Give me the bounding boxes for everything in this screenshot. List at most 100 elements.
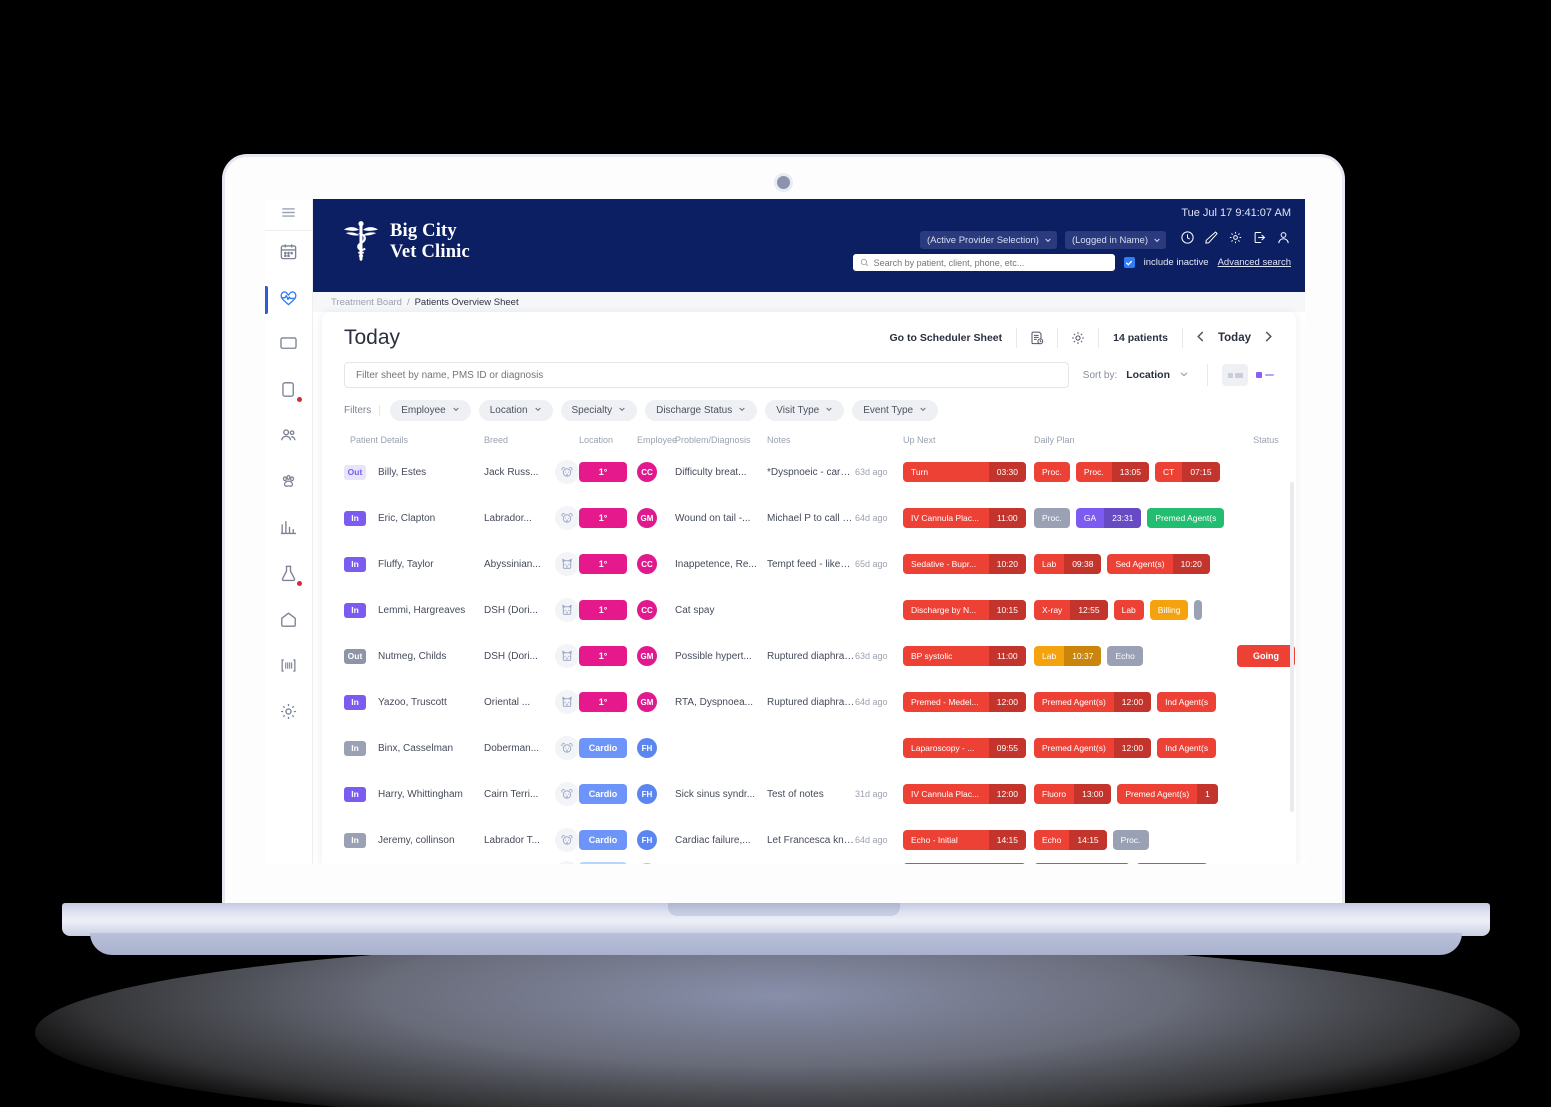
location-badge[interactable]: 1° [579,554,627,574]
daily-plan-pill[interactable] [1194,600,1203,620]
sidebar-item-patients[interactable] [265,461,312,507]
avatar[interactable]: CC [637,600,657,620]
patient-name[interactable]: Nutmeg, Childs [378,651,446,662]
daily-plan-pill[interactable]: Premed Agent(s) 12:00 [1034,692,1152,712]
sidebar-item-clients[interactable] [265,415,312,461]
sheet-filter-box[interactable] [344,362,1069,388]
daily-plan-pill[interactable]: Fluoro 13:00 [1034,784,1112,804]
global-search-box[interactable] [852,254,1115,271]
location-badge[interactable]: Cardio [579,784,627,804]
sidebar-item-home[interactable] [265,599,312,645]
sidebar-toggle-button[interactable] [265,199,312,231]
table-row[interactable]: In Harry, Whittingham Cairn Terri... Cardio… [322,771,1296,817]
breadcrumb-parent[interactable]: Treatment Board [331,297,402,308]
daily-plan-pill[interactable]: CT 07:15 [1154,462,1220,482]
daily-plan-pill[interactable]: X-ray 12:55 [1034,600,1108,620]
table-row[interactable]: In Yazoo, Truscott Oriental ... 1° GM RTA, Dy… [322,679,1296,725]
sidebar-item-reports[interactable] [265,507,312,553]
go-to-scheduler-button[interactable]: Go to Scheduler Sheet [876,332,1017,344]
location-badge[interactable]: 1° [579,600,627,620]
up-next-pill[interactable]: Laparoscopy - ... 09:55 [903,738,1026,758]
daily-plan-pill[interactable]: Billing [1149,600,1189,620]
daily-plan-pill[interactable]: Echo 14:15 [1034,830,1107,850]
sheet-settings-icon[interactable] [1058,330,1098,346]
clock-icon[interactable] [1180,230,1195,250]
up-next-pill[interactable]: BP systolic 11:00 [903,646,1026,666]
daily-plan-pill[interactable]: Lab 10:37 [1034,646,1102,666]
avatar[interactable]: FH [637,738,657,758]
sidebar-item-clipboard[interactable] [265,369,312,415]
location-badge[interactable]: Cardio [579,830,627,850]
avatar[interactable]: CC [637,554,657,574]
daily-plan-pill[interactable]: Premed Agent(s [1147,508,1225,528]
daily-plan-pill[interactable]: Ind Agent(s [1157,692,1217,712]
avatar[interactable]: GM [637,508,657,528]
up-next-pill[interactable] [903,863,1026,864]
daily-plan-pill[interactable] [1136,863,1208,864]
daily-plan-pill[interactable]: Proc. [1034,462,1070,482]
patient-name[interactable]: Jeremy, collinson [378,835,455,846]
status-pill[interactable]: Going [1237,645,1295,667]
daily-plan-pill[interactable]: Sed Agent(s) 10:20 [1107,554,1210,574]
vertical-scrollbar[interactable] [1290,482,1294,812]
patient-name[interactable]: Eric, Clapton [378,513,435,524]
table-row[interactable]: In Jeremy, collinson Labrador T... Cardio FH… [322,817,1296,863]
sidebar-item-settings[interactable] [265,691,312,737]
daily-plan-pill[interactable]: Lab 09:38 [1034,554,1102,574]
daily-plan-pill[interactable]: Echo [1107,646,1143,666]
daily-plan-pill[interactable]: Proc. [1034,508,1070,528]
table-row-partial[interactable] [322,861,1296,864]
include-inactive-checkbox[interactable] [1123,257,1135,268]
up-next-pill[interactable]: IV Cannula Plac... 11:00 [903,508,1026,528]
patient-name[interactable]: Yazoo, Truscott [378,697,447,708]
filter-chip-visit-type[interactable]: Visit Type [765,400,845,421]
filter-chip-employee[interactable]: Employee [390,400,471,421]
daily-plan-pill[interactable]: Proc. 13:05 [1075,462,1149,482]
table-row[interactable]: Out Billy, Estes Jack Russ... 1° CC Difficult… [322,449,1296,495]
location-badge[interactable]: 1° [579,646,627,666]
avatar[interactable]: FH [637,830,657,850]
up-next-pill[interactable]: IV Cannula Plac... 12:00 [903,784,1026,804]
daily-plan-pill[interactable]: GA 23:31 [1075,508,1142,528]
location-badge[interactable]: 1° [579,462,627,482]
daily-plan-pill[interactable]: Premed Agent(s) 1 [1117,784,1218,804]
print-sheet-icon[interactable] [1017,330,1057,346]
patient-name[interactable]: Binx, Casselman [378,743,453,754]
sheet-filter-input[interactable] [356,369,1057,381]
avatar[interactable]: CC [637,462,657,482]
patient-name[interactable]: Fluffy, Taylor [378,559,434,570]
up-next-pill[interactable]: Premed - Medel... 12:00 [903,692,1026,712]
tag-icon[interactable] [1204,230,1219,250]
sidebar-item-lab[interactable] [265,553,312,599]
logout-icon[interactable] [1252,230,1267,250]
gear-icon[interactable] [1228,230,1243,250]
sort-control[interactable]: Sort by: Location [1083,366,1189,384]
location-badge[interactable] [579,861,627,864]
up-next-pill[interactable]: Turn 03:30 [903,462,1026,482]
sidebar-item-scan[interactable] [265,645,312,691]
sidebar-item-monitor[interactable] [265,323,312,369]
table-row[interactable]: In Binx, Casselman Doberman... Cardio FH Lapa… [322,725,1296,771]
next-day-icon[interactable] [1263,329,1274,347]
daily-plan-pill[interactable]: Proc. [1112,830,1149,850]
location-badge[interactable]: Cardio [579,738,627,758]
filter-chip-discharge-status[interactable]: Discharge Status [645,400,758,421]
provider-select[interactable]: (Active Provider Selection) [920,231,1057,249]
logged-in-user-select[interactable]: (Logged in Name) [1064,231,1166,249]
up-next-pill[interactable]: Sedative - Bupr... 10:20 [903,554,1026,574]
up-next-pill[interactable]: Echo - Initial 14:15 [903,830,1026,850]
avatar[interactable]: GM [637,646,657,666]
up-next-pill[interactable]: Discharge by N... 10:15 [903,600,1026,620]
avatar[interactable]: GM [637,692,657,712]
location-badge[interactable]: 1° [579,508,627,528]
sidebar-item-treatment-board[interactable] [265,277,312,323]
table-row[interactable]: In Eric, Clapton Labrador... 1° GM Wound on t… [322,495,1296,541]
list-view-toggle[interactable] [1256,372,1274,378]
table-row[interactable]: In Fluffy, Taylor Abyssinian... 1° CC Inappet… [322,541,1296,587]
avatar[interactable]: FH [637,784,657,804]
table-row[interactable]: In Lemmi, Hargreaves DSH (Dori... 1° CC Cat s… [322,587,1296,633]
avatar[interactable] [637,863,657,864]
daily-plan-pill[interactable]: Ind Agent(s [1157,738,1217,758]
user-icon[interactable] [1276,230,1291,250]
patient-name[interactable]: Billy, Estes [378,467,426,478]
